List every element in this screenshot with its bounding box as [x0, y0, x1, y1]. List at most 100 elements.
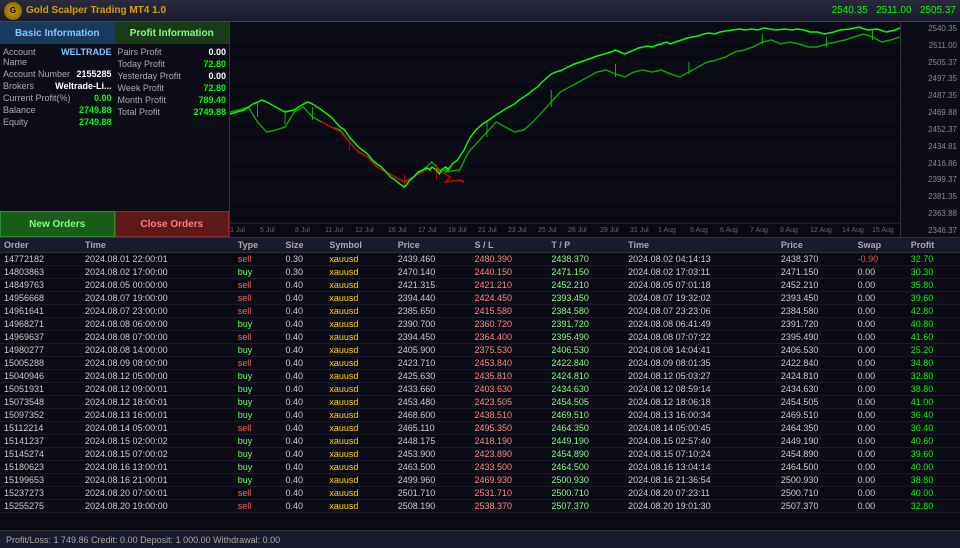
cell-profit: 30.30	[907, 266, 960, 279]
table-row: 15141237 2024.08.15 02:00:02 buy 0.40 xa…	[0, 435, 960, 448]
cell-type: buy	[234, 448, 282, 461]
cell-size: 0.30	[282, 266, 326, 279]
cell-symbol: xauusd	[325, 500, 393, 513]
cell-profit: 39.60	[907, 292, 960, 305]
cell-close-price: 2464.350	[777, 422, 854, 435]
cell-close-time: 2024.08.12 08:59:14	[624, 383, 777, 396]
cell-size: 0.30	[282, 253, 326, 266]
cell-profit: 38.80	[907, 383, 960, 396]
cell-profit: 38.80	[907, 474, 960, 487]
cell-tp: 2384.580	[547, 305, 624, 318]
cell-open-price: 2508.190	[394, 500, 471, 513]
cell-open-price: 2425.630	[394, 370, 471, 383]
cell-close-time: 2024.08.02 17:03:11	[624, 266, 777, 279]
cell-close-price: 2422.840	[777, 357, 854, 370]
price-tick: 2381.35	[901, 192, 960, 201]
cell-open-time: 2024.08.08 07:00:00	[81, 331, 234, 344]
table-row: 14969637 2024.08.08 07:00:00 sell 0.40 x…	[0, 331, 960, 344]
cell-type: buy	[234, 266, 282, 279]
cell-close-price: 2471.150	[777, 266, 854, 279]
price-tick: 2399.37	[901, 175, 960, 184]
cell-close-time: 2024.08.02 04:14:13	[624, 253, 777, 266]
cell-close-time: 2024.08.08 14:04:41	[624, 344, 777, 357]
cell-close-price: 2469.510	[777, 409, 854, 422]
cell-type: sell	[234, 279, 282, 292]
cell-close-price: 2438.370	[777, 253, 854, 266]
cell-order: 14961641	[0, 305, 81, 318]
info-row-brokers: Brokers Weltrade-Li...	[3, 81, 112, 91]
cell-type: buy	[234, 435, 282, 448]
cell-open-time: 2024.08.12 18:00:01	[81, 396, 234, 409]
cell-open-price: 2385.650	[394, 305, 471, 318]
cell-type: sell	[234, 305, 282, 318]
cell-tp: 2422.840	[547, 357, 624, 370]
price-tick: 2505.37	[901, 58, 960, 67]
cell-swap: 0.00	[854, 279, 907, 292]
cell-swap: 0.00	[854, 474, 907, 487]
cell-tp: 2452.210	[547, 279, 624, 292]
price-tick: 2363.88	[901, 209, 960, 218]
cell-close-price: 2449.190	[777, 435, 854, 448]
cell-sl: 2423.890	[471, 448, 548, 461]
logo-area: G Gold Scalper Trading MT4 1.0	[4, 2, 166, 20]
price-tick: 2346.37	[901, 226, 960, 235]
cell-order: 15141237	[0, 435, 81, 448]
table-row: 14956668 2024.08.07 19:00:00 sell 0.40 x…	[0, 292, 960, 305]
profit-info-tab[interactable]: Profit Information	[115, 22, 230, 44]
cell-order: 15199653	[0, 474, 81, 487]
cell-open-price: 2470.140	[394, 266, 471, 279]
cell-tp: 2391.720	[547, 318, 624, 331]
cell-sl: 2360.720	[471, 318, 548, 331]
cell-tp: 2449.190	[547, 435, 624, 448]
cell-close-price: 2500.710	[777, 487, 854, 500]
cell-swap: 0.00	[854, 487, 907, 500]
cell-open-time: 2024.08.16 21:00:01	[81, 474, 234, 487]
cell-symbol: xauusd	[325, 487, 393, 500]
basic-info-tab[interactable]: Basic Information	[0, 22, 115, 44]
cell-profit: 42.80	[907, 305, 960, 318]
cell-size: 0.40	[282, 318, 326, 331]
table-row: 15112214 2024.08.14 05:00:01 sell 0.40 x…	[0, 422, 960, 435]
cell-profit: 32.80	[907, 370, 960, 383]
cell-profit: 35.80	[907, 279, 960, 292]
cell-open-price: 2405.900	[394, 344, 471, 357]
cell-tp: 2471.150	[547, 266, 624, 279]
cell-close-price: 2454.890	[777, 448, 854, 461]
cell-close-time: 2024.08.08 06:41:49	[624, 318, 777, 331]
cell-swap: 0.00	[854, 422, 907, 435]
cell-close-time: 2024.08.16 13:04:14	[624, 461, 777, 474]
col-header-close-price: Price	[777, 238, 854, 253]
cell-order: 15237273	[0, 487, 81, 500]
col-header-type: Type	[234, 238, 282, 253]
cell-tp: 2464.500	[547, 461, 624, 474]
cell-symbol: xauusd	[325, 474, 393, 487]
status-bar: Profit/Loss: 1 749.86 Credit: 0.00 Depos…	[0, 530, 960, 548]
col-header-size: Size	[282, 238, 326, 253]
cell-profit: 25.20	[907, 344, 960, 357]
new-orders-button[interactable]: New Orders	[0, 211, 115, 237]
cell-open-price: 2390.700	[394, 318, 471, 331]
cell-profit: 39.60	[907, 448, 960, 461]
price-tick: 2511.00	[901, 41, 960, 50]
price-tick: 2416.86	[901, 159, 960, 168]
top-price: 2540.35 2511.00 2505.37	[832, 5, 956, 16]
cell-symbol: xauusd	[325, 370, 393, 383]
basic-info-col: Account Name WELTRADE Account Number 215…	[0, 44, 115, 211]
cell-open-time: 2024.08.12 09:00:01	[81, 383, 234, 396]
cell-type: buy	[234, 409, 282, 422]
close-orders-button[interactable]: Close Orders	[115, 211, 230, 237]
cell-open-time: 2024.08.15 07:00:02	[81, 448, 234, 461]
cell-size: 0.40	[282, 292, 326, 305]
app-title: Gold Scalper Trading MT4 1.0	[26, 5, 166, 16]
info-row-week-profit: Week Profit 72.80	[118, 83, 227, 93]
cell-order: 15180623	[0, 461, 81, 474]
cell-symbol: xauusd	[325, 253, 393, 266]
price-scale: 2540.35 2511.00 2505.37 2497.35 2487.35 …	[900, 22, 960, 237]
cell-open-time: 2024.08.07 19:00:00	[81, 292, 234, 305]
info-row-pairs-profit: Pairs Profit 0.00	[118, 47, 227, 57]
cell-close-time: 2024.08.05 07:01:18	[624, 279, 777, 292]
cell-close-time: 2024.08.08 07:07:22	[624, 331, 777, 344]
cell-profit: 41.00	[907, 396, 960, 409]
table-row: 14968271 2024.08.08 06:00:00 buy 0.40 xa…	[0, 318, 960, 331]
cell-sl: 2480.390	[471, 253, 548, 266]
